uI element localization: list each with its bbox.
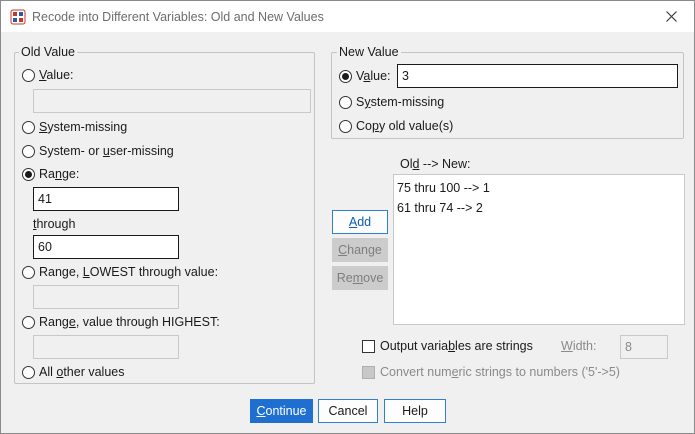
label: Change — [338, 243, 382, 257]
label: All other values — [39, 365, 125, 379]
radio-circle-selected — [22, 167, 35, 181]
label: Continue — [256, 404, 307, 418]
radio-circle — [22, 365, 35, 379]
list-item[interactable]: 75 thru 100 --> 1 — [397, 181, 490, 195]
label: Value: — [39, 68, 74, 82]
window-title: Recode into Different Variables: Old and… — [32, 10, 324, 24]
range-lowest-input[interactable] — [33, 285, 179, 309]
new-value-input[interactable] — [397, 64, 678, 88]
help-button[interactable]: Help — [384, 399, 446, 423]
through-label: through — [33, 217, 76, 231]
convert-numeric-checkbox[interactable] — [362, 366, 375, 379]
radio-circle — [22, 144, 35, 158]
radio-circle — [22, 120, 35, 134]
label: Range, LOWEST through value: — [39, 265, 219, 279]
label: System-missing — [356, 95, 445, 109]
old-value-input[interactable] — [33, 89, 311, 113]
copy-old-values-radio[interactable]: Copy old value(s) — [339, 119, 453, 133]
remove-button[interactable]: Remove — [332, 266, 388, 290]
radio-circle — [22, 265, 35, 279]
label: Copy old value(s) — [356, 119, 454, 133]
convert-numeric-label: Convert numeric strings to numbers ('5'-… — [380, 365, 620, 379]
new-system-missing-radio[interactable]: System-missing — [339, 95, 444, 109]
radio-circle — [339, 119, 352, 133]
label: System-missing — [39, 120, 128, 134]
old-all-other-radio[interactable]: All other values — [22, 365, 124, 379]
old-range-radio[interactable]: Range: — [22, 167, 79, 181]
title-bar: Recode into Different Variables: Old and… — [1, 1, 694, 32]
close-button[interactable] — [648, 1, 694, 32]
old-system-missing-radio[interactable]: System-missing — [22, 120, 127, 134]
old-range-highest-radio[interactable]: Range, value through HIGHEST: — [22, 315, 220, 329]
label: Remove — [336, 271, 384, 285]
radio-circle-selected — [339, 69, 352, 83]
dialog-window: Recode into Different Variables: Old and… — [0, 0, 695, 434]
old-range-lowest-radio[interactable]: Range, LOWEST through value: — [22, 265, 218, 279]
range-to-input[interactable] — [33, 235, 179, 259]
cancel-button[interactable]: Cancel — [318, 399, 378, 423]
new-value-radio[interactable]: Value: — [339, 69, 391, 83]
old-new-listbox[interactable]: 75 thru 100 --> 1 61 thru 74 --> 2 — [393, 174, 685, 325]
continue-button[interactable]: Continue — [250, 399, 313, 423]
width-label: Width: — [561, 339, 597, 353]
old-new-list-label: Old --> New: — [400, 157, 471, 171]
radio-circle — [339, 95, 352, 109]
range-highest-input[interactable] — [33, 335, 179, 359]
list-item[interactable]: 61 thru 74 --> 2 — [397, 201, 483, 215]
label: Range, value through HIGHEST: — [39, 315, 220, 329]
new-value-group-label: New Value — [337, 45, 401, 59]
radio-circle — [22, 68, 35, 82]
close-icon — [665, 11, 677, 22]
old-system-user-missing-radio[interactable]: System- or user-missing — [22, 144, 174, 158]
label: Value: — [356, 69, 391, 83]
old-value-group-label: Old Value — [19, 45, 77, 59]
label: Help — [402, 404, 428, 418]
label: System- or user-missing — [39, 144, 174, 158]
add-button[interactable]: Add — [332, 210, 388, 234]
label: Add — [348, 215, 372, 229]
old-value-value-radio[interactable]: Value: — [22, 68, 74, 82]
radio-circle — [22, 315, 35, 329]
change-button[interactable]: Change — [332, 238, 388, 262]
spss-recode-icon — [10, 9, 26, 25]
range-from-input[interactable] — [33, 187, 179, 211]
label: Cancel — [328, 404, 368, 418]
label: Range: — [39, 167, 80, 181]
width-input[interactable] — [620, 335, 668, 359]
output-strings-label: Output variables are strings — [380, 339, 533, 353]
output-strings-checkbox[interactable] — [362, 340, 375, 353]
